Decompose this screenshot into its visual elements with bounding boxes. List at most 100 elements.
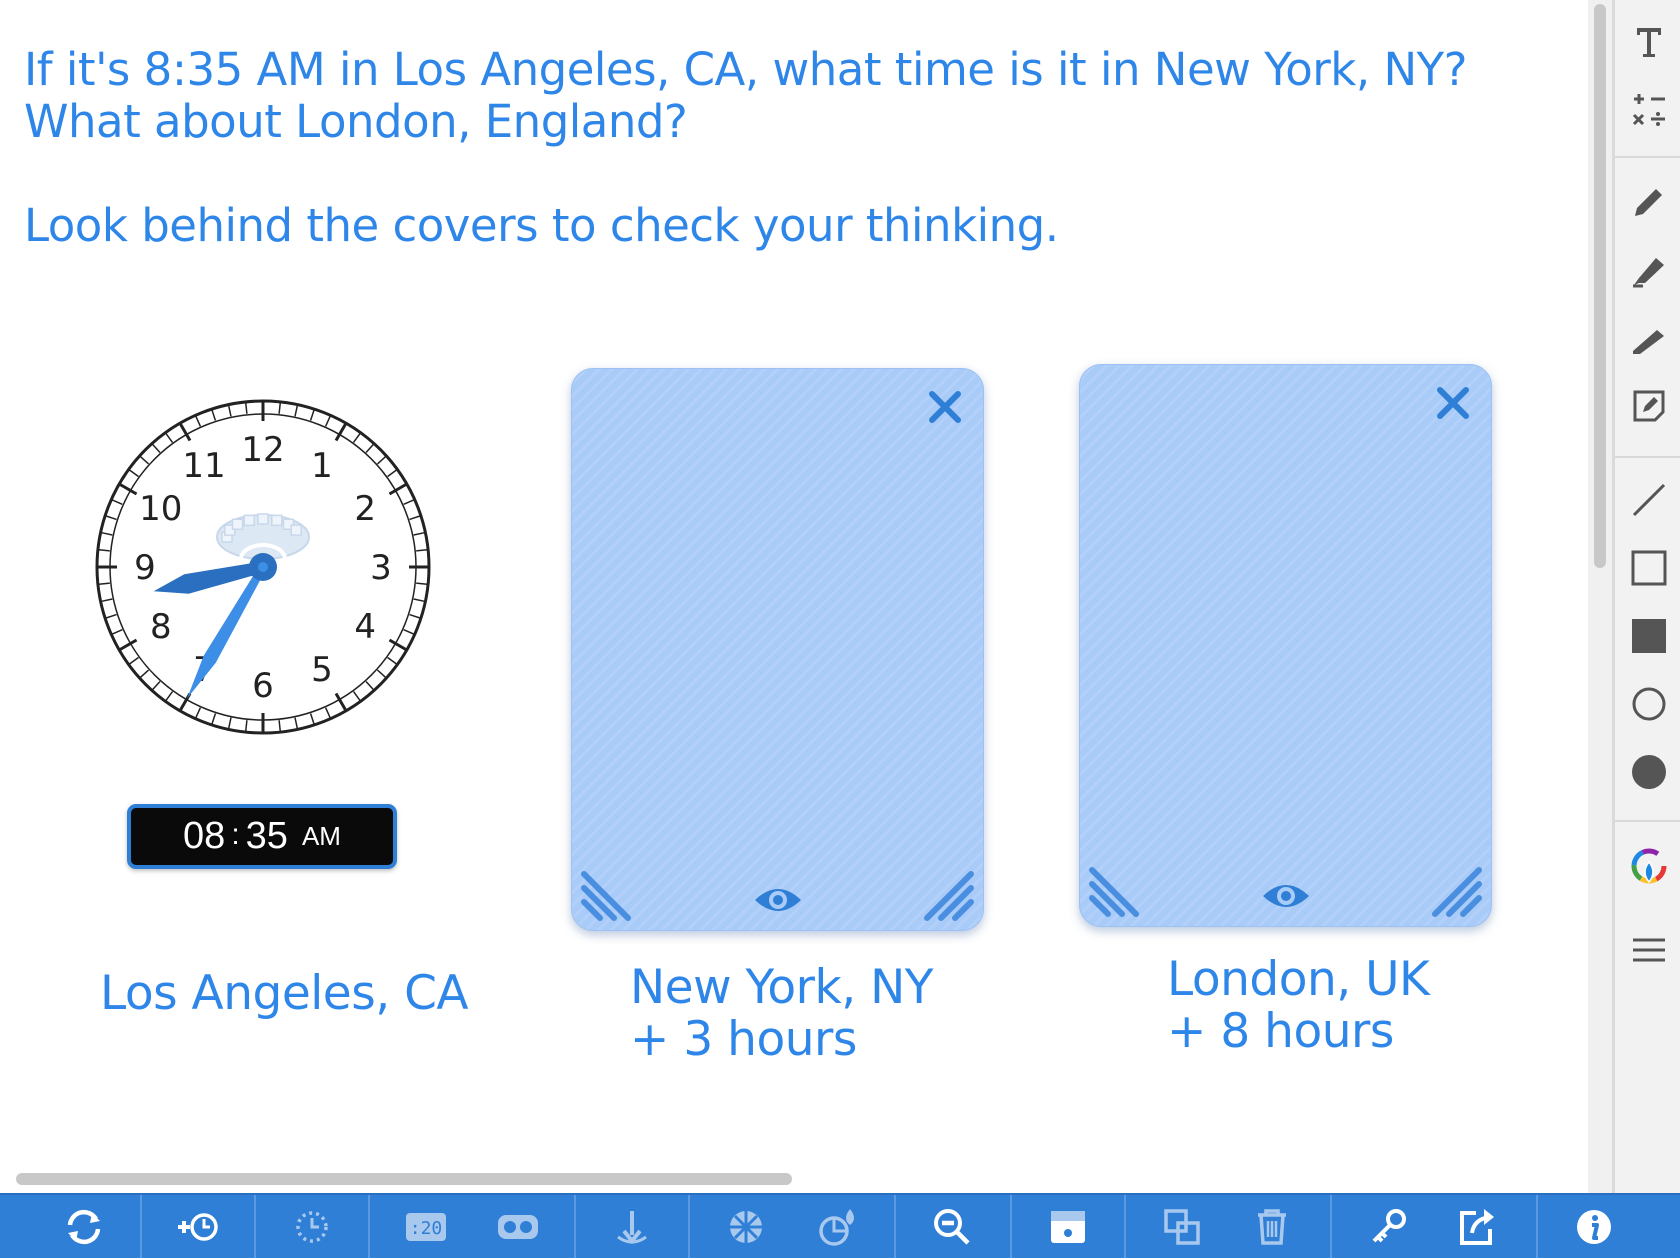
zoom-out-button[interactable] bbox=[930, 1205, 974, 1249]
sticky-note-icon bbox=[1633, 390, 1665, 422]
rectangle-filled-icon bbox=[1632, 619, 1666, 653]
cover-button[interactable] bbox=[1046, 1205, 1090, 1249]
trash-button[interactable] bbox=[1250, 1205, 1294, 1249]
toolbar-divider bbox=[140, 1195, 142, 1258]
prompt-instruction: Look behind the covers to check your thi… bbox=[24, 199, 1059, 252]
clock-number: 5 bbox=[311, 650, 333, 690]
pen-tool-button[interactable] bbox=[1629, 182, 1669, 222]
circle-filled-icon bbox=[1632, 755, 1666, 789]
digital-clock-icon: :20 bbox=[406, 1213, 446, 1241]
touch-button[interactable] bbox=[610, 1205, 654, 1249]
cover-card-new-york[interactable] bbox=[571, 368, 984, 931]
shapes-button[interactable] bbox=[816, 1205, 860, 1249]
tape-button[interactable] bbox=[496, 1205, 540, 1249]
filled-rectangle-tool-button[interactable] bbox=[1629, 616, 1669, 656]
workspace-canvas[interactable]: If it's 8:35 AM in Los Angeles, CA, what… bbox=[0, 0, 1588, 1193]
color-picker-button[interactable] bbox=[1629, 848, 1669, 888]
toolbar-divider bbox=[574, 1195, 576, 1258]
corner-resize-handle-icon[interactable] bbox=[1088, 864, 1142, 918]
clock-number: 12 bbox=[241, 430, 284, 470]
digital-minutes: 35 bbox=[245, 815, 288, 857]
cover-icon bbox=[1051, 1211, 1085, 1243]
text-icon bbox=[1637, 28, 1661, 57]
color-picker-icon bbox=[1631, 848, 1667, 884]
time-offset-new-york: + 3 hours bbox=[630, 1012, 857, 1067]
close-icon[interactable] bbox=[1431, 381, 1475, 425]
corner-resize-handle-icon[interactable] bbox=[921, 868, 975, 922]
clock-number: 4 bbox=[354, 607, 376, 647]
bottom-toolbar: :20 bbox=[0, 1193, 1680, 1258]
math-symbols-icon bbox=[1632, 94, 1665, 126]
toolbar-divider bbox=[1124, 1195, 1126, 1258]
corner-resize-handle-icon[interactable] bbox=[1429, 864, 1483, 918]
right-toolbar bbox=[1612, 0, 1680, 1193]
zoom-out-icon bbox=[934, 1209, 970, 1245]
toolbar-divider bbox=[894, 1195, 896, 1258]
info-button[interactable] bbox=[1572, 1205, 1616, 1249]
toolbar-divider bbox=[254, 1195, 256, 1258]
menu-button[interactable] bbox=[1629, 930, 1669, 970]
add-clock-icon bbox=[178, 1213, 218, 1241]
vertical-scrollbar-track[interactable] bbox=[1588, 0, 1612, 1193]
digital-ampm: AM bbox=[301, 821, 341, 851]
corner-resize-handle-icon[interactable] bbox=[580, 868, 634, 922]
city-label-new-york: New York, NY bbox=[630, 960, 933, 1015]
marker-icon bbox=[1633, 258, 1664, 288]
toolbar-divider bbox=[368, 1195, 370, 1258]
clock-number: 2 bbox=[354, 489, 376, 529]
key-button[interactable] bbox=[1366, 1205, 1410, 1249]
gear-icon bbox=[216, 513, 310, 560]
toolbar-divider bbox=[1615, 456, 1680, 458]
spinner-button[interactable] bbox=[724, 1205, 768, 1249]
toolbar-divider bbox=[1615, 156, 1680, 158]
eye-icon[interactable] bbox=[1261, 878, 1311, 914]
prompt-question-line-2: What about London, England? bbox=[24, 95, 688, 148]
marker-tool-button[interactable] bbox=[1629, 250, 1669, 290]
close-icon[interactable] bbox=[923, 385, 967, 429]
note-tool-button[interactable] bbox=[1629, 386, 1669, 426]
horizontal-scrollbar[interactable] bbox=[16, 1173, 792, 1185]
clock-number: 10 bbox=[139, 489, 182, 529]
analog-clock[interactable]: 121234567891011 bbox=[93, 397, 433, 737]
clock-settings-button[interactable] bbox=[290, 1205, 334, 1249]
clock-settings-icon bbox=[296, 1211, 328, 1243]
rectangle-outline-icon bbox=[1631, 550, 1667, 586]
toolbar-divider bbox=[1615, 820, 1680, 822]
reset-button[interactable] bbox=[62, 1205, 106, 1249]
city-label-los-angeles: Los Angeles, CA bbox=[100, 966, 469, 1021]
pen-icon bbox=[1635, 189, 1662, 216]
share-button[interactable] bbox=[1456, 1205, 1500, 1249]
toolbar-divider bbox=[1536, 1195, 1538, 1258]
rectangle-tool-button[interactable] bbox=[1629, 548, 1669, 588]
reset-icon bbox=[67, 1209, 101, 1245]
key-icon bbox=[1372, 1209, 1406, 1243]
add-clock-button[interactable] bbox=[176, 1205, 220, 1249]
highlighter-tool-button[interactable] bbox=[1629, 318, 1669, 358]
math-tool-button[interactable] bbox=[1629, 90, 1669, 130]
line-tool-button[interactable] bbox=[1629, 480, 1669, 520]
touch-icon bbox=[617, 1211, 647, 1245]
duplicate-icon bbox=[1164, 1209, 1200, 1245]
vertical-scrollbar[interactable] bbox=[1594, 4, 1606, 568]
clock-number: 11 bbox=[182, 446, 225, 486]
digital-colon: : bbox=[231, 817, 240, 851]
cover-card-london[interactable] bbox=[1079, 364, 1492, 927]
toolbar-divider bbox=[1010, 1195, 1012, 1258]
circle-tool-button[interactable] bbox=[1629, 684, 1669, 724]
line-icon bbox=[1632, 483, 1666, 517]
text-tool-button[interactable] bbox=[1629, 22, 1669, 62]
shapes-icon bbox=[819, 1209, 854, 1246]
clock-number: 8 bbox=[150, 607, 172, 647]
clock-hub-center bbox=[258, 562, 268, 572]
digital-clock-button[interactable]: :20 bbox=[404, 1205, 448, 1249]
toolbar-divider bbox=[1330, 1195, 1332, 1258]
spinner-icon bbox=[730, 1211, 762, 1243]
toolbar-divider bbox=[688, 1195, 690, 1258]
share-icon bbox=[1460, 1209, 1494, 1245]
time-offset-london: + 8 hours bbox=[1167, 1004, 1394, 1059]
eye-icon[interactable] bbox=[753, 882, 803, 918]
clock-number: 6 bbox=[252, 666, 274, 706]
tape-icon bbox=[498, 1215, 538, 1239]
filled-circle-tool-button[interactable] bbox=[1629, 752, 1669, 792]
duplicate-button[interactable] bbox=[1160, 1205, 1204, 1249]
